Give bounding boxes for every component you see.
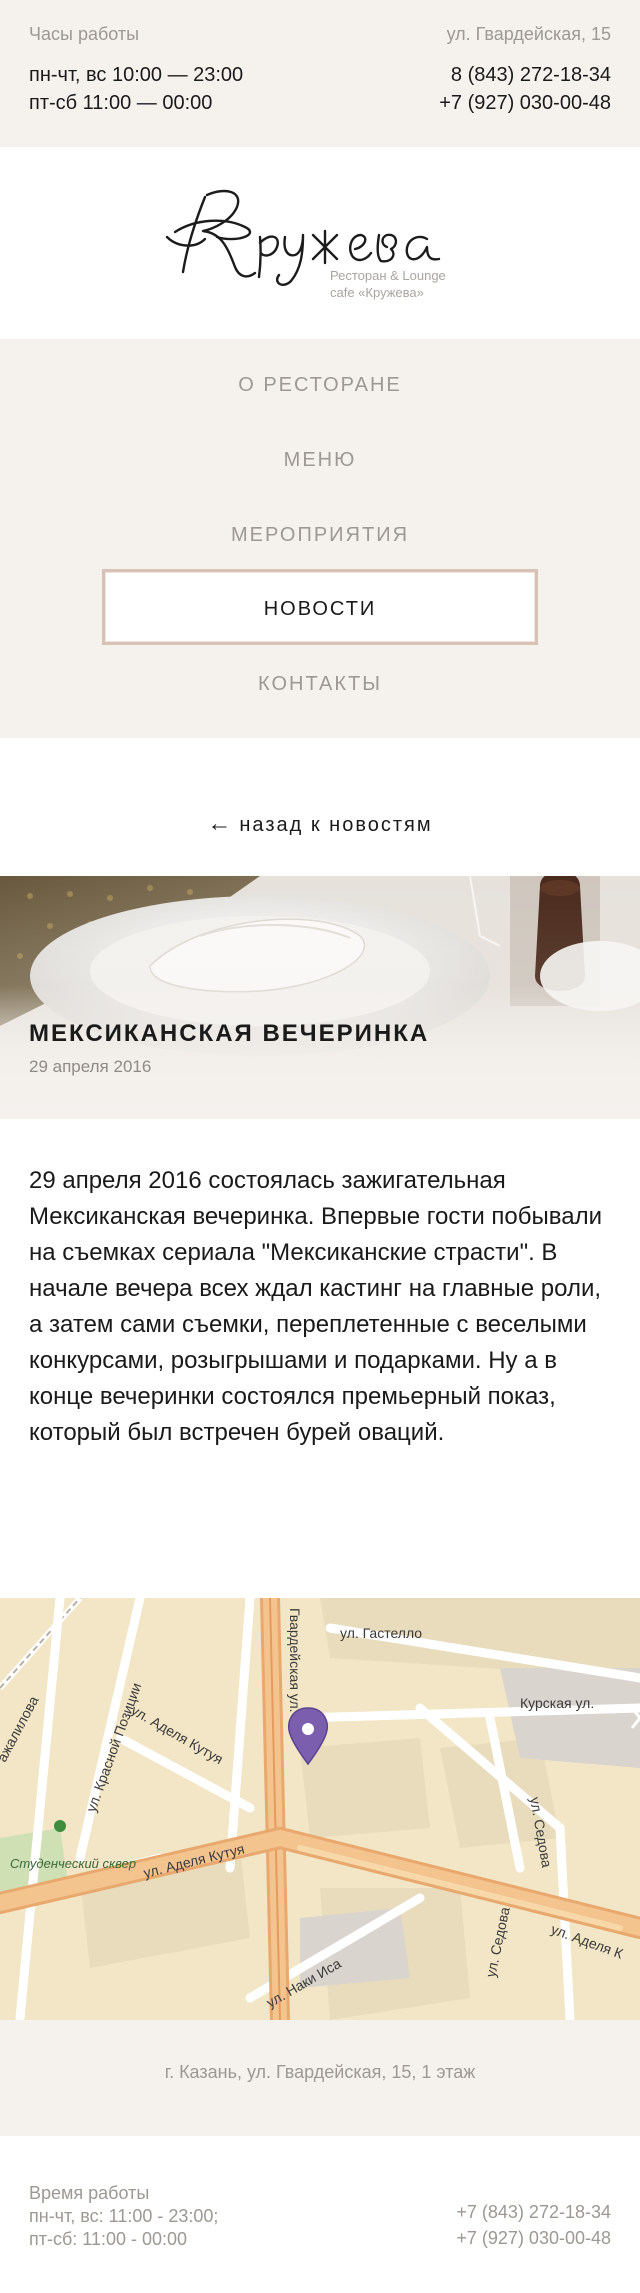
- hours-label: Часы работы: [29, 24, 140, 44]
- main-navigation: О РЕСТОРАНЕ МЕНЮ МЕРОПРИЯТИЯ НОВОСТИ КОН…: [0, 339, 640, 738]
- nav-item-menu[interactable]: МЕНЮ: [0, 449, 640, 472]
- logo-subtitle: Ресторан & Lounge cafe «Кружева»: [330, 267, 446, 301]
- street-label-kurskaya: Курская ул.: [520, 1695, 594, 1711]
- street-label-gvardeyskaya: Гвардейская ул.: [287, 1608, 303, 1713]
- nav-item-news[interactable]: НОВОСТИ: [0, 598, 640, 621]
- nav-item-events[interactable]: МЕРОПРИЯТИЯ: [0, 524, 640, 547]
- footer-hours-label: Время работы: [29, 2183, 150, 2203]
- logo-subtitle-line-2: cafe «Кружева»: [330, 285, 424, 300]
- arrow-left-icon: ←: [207, 810, 232, 837]
- table-setting-photo: [0, 876, 640, 1119]
- full-address: г. Казань, ул. Гвардейская, 15, 1 этаж: [164, 2062, 476, 2082]
- logo-area: Ресторан & Lounge cafe «Кружева»: [0, 147, 640, 339]
- footer-phone-link-2[interactable]: +7 (927) 030-00-48: [456, 2225, 611, 2251]
- back-link-label: назад к новостям: [239, 814, 433, 836]
- article-hero-image: [0, 876, 640, 1119]
- header-phones: 8 (843) 272-18-34 +7 (927) 030-00-48: [439, 61, 611, 117]
- hours-line-1: пн-чт, вс 10:00 — 23:00: [29, 64, 244, 86]
- article-body: 29 апреля 2016 состоялась зажигательная …: [29, 1167, 602, 1446]
- footer-phones: +7 (843) 272-18-34 +7 (927) 030-00-48: [456, 2199, 611, 2251]
- phone-link-1[interactable]: 8 (843) 272-18-34: [439, 61, 611, 89]
- header-address: ул. Гвардейская, 15: [446, 24, 611, 44]
- address-bar: г. Казань, ул. Гвардейская, 15, 1 этаж: [0, 2020, 640, 2136]
- article-date: 29 апреля 2016: [29, 1057, 152, 1076]
- hours-line-2: пт-сб 11:00 — 00:00: [29, 92, 213, 114]
- nav-item-contacts[interactable]: КОНТАКТЫ: [0, 673, 640, 696]
- park-label: Студенческий сквер: [10, 1856, 136, 1871]
- footer-hours: Время работы пн-чт, вс: 11:00 - 23:00; п…: [29, 2182, 218, 2251]
- opening-hours: пн-чт, вс 10:00 — 23:00 пт-сб 11:00 — 00…: [29, 61, 243, 117]
- footer-hours-line-1: пн-чт, вс: 11:00 - 23:00;: [29, 2206, 219, 2226]
- location-map[interactable]: ул. Гастелло Курская ул. ул. Красной Поз…: [0, 1598, 640, 2020]
- footer: Время работы пн-чт, вс: 11:00 - 23:00; п…: [0, 2136, 640, 2293]
- street-label-gastello: ул. Гастелло: [340, 1625, 422, 1641]
- top-info-bar: Часы работы пн-чт, вс 10:00 — 23:00 пт-с…: [0, 0, 640, 147]
- map-canvas: ул. Гастелло Курская ул. ул. Красной Поз…: [0, 1598, 640, 2020]
- footer-hours-line-2: пт-сб: 11:00 - 00:00: [29, 2229, 188, 2249]
- footer-phone-link-1[interactable]: +7 (843) 272-18-34: [456, 2199, 611, 2225]
- article-title: МЕКСИКАНСКАЯ ВЕЧЕРИНКА: [29, 1020, 430, 1047]
- back-to-news-link[interactable]: ← назад к новостям: [0, 810, 640, 838]
- nav-item-about[interactable]: О РЕСТОРАНЕ: [0, 374, 640, 397]
- logo-subtitle-line-1: Ресторан & Lounge: [330, 268, 446, 283]
- phone-link-2[interactable]: +7 (927) 030-00-48: [439, 89, 611, 117]
